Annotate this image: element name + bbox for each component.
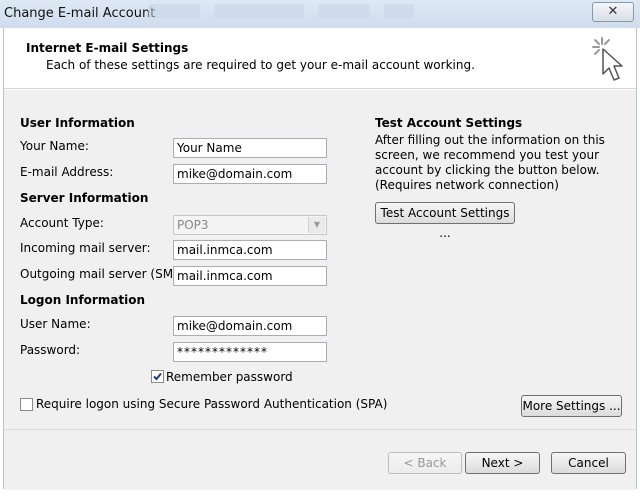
cancel-button[interactable]: Cancel bbox=[551, 452, 626, 474]
header-title: Internet E-mail Settings bbox=[26, 41, 189, 55]
cursor-click-icon bbox=[592, 37, 623, 81]
password-input[interactable]: ************* bbox=[173, 342, 327, 362]
your-name-input[interactable]: Your Name bbox=[173, 138, 327, 158]
account-type-value: POP3 bbox=[177, 218, 209, 232]
back-button[interactable]: < Back bbox=[388, 452, 462, 474]
remember-password-checkbox[interactable] bbox=[151, 370, 164, 383]
your-name-label: Your Name: bbox=[20, 139, 89, 153]
user-name-input[interactable]: mike@domain.com bbox=[173, 316, 327, 336]
change-email-account-dialog: Internet E-mail Settings Each of these s… bbox=[3, 28, 637, 490]
email-address-label: E-mail Address: bbox=[20, 165, 114, 179]
test-account-settings-button[interactable]: Test Account Settings ... bbox=[375, 202, 515, 240]
dialog-header: Internet E-mail Settings Each of these s… bbox=[4, 28, 636, 89]
dialog-footer: < Back Next > Cancel bbox=[4, 429, 636, 490]
close-button[interactable]: ✕ bbox=[592, 2, 634, 22]
close-icon: ✕ bbox=[607, 4, 619, 19]
check-icon bbox=[153, 372, 162, 381]
incoming-server-input[interactable]: mail.inmca.com bbox=[173, 240, 327, 260]
background-toolbar-ghost bbox=[214, 4, 304, 18]
window-title: Change E-mail Account bbox=[4, 6, 156, 21]
outgoing-server-label: Outgoing mail server (SMTP): bbox=[20, 267, 197, 281]
next-button[interactable]: Next > bbox=[465, 452, 540, 474]
settings-panel: User Information Your Name: Your Name E-… bbox=[4, 89, 636, 430]
outgoing-server-input[interactable]: mail.inmca.com bbox=[173, 266, 327, 286]
chevron-down-icon: ▼ bbox=[308, 217, 325, 233]
title-bar: Change E-mail Account ✕ bbox=[0, 0, 640, 28]
test-account-description: After filling out the information on thi… bbox=[375, 133, 605, 192]
server-information-heading: Server Information bbox=[20, 191, 149, 205]
account-type-select[interactable]: POP3 ▼ bbox=[173, 215, 327, 235]
user-information-heading: User Information bbox=[20, 116, 135, 130]
logon-information-heading: Logon Information bbox=[20, 293, 146, 307]
incoming-server-label: Incoming mail server: bbox=[20, 241, 151, 255]
remember-password-label: Remember password bbox=[166, 370, 293, 384]
background-toolbar-ghost bbox=[384, 4, 414, 18]
email-address-input[interactable]: mike@domain.com bbox=[173, 164, 327, 184]
spa-checkbox[interactable] bbox=[20, 398, 33, 411]
header-subtitle: Each of these settings are required to g… bbox=[46, 58, 475, 72]
user-name-label: User Name: bbox=[20, 317, 91, 331]
background-toolbar-ghost bbox=[148, 4, 200, 18]
password-label: Password: bbox=[20, 343, 81, 357]
more-settings-button[interactable]: More Settings ... bbox=[521, 395, 622, 417]
spa-label: Require logon using Secure Password Auth… bbox=[36, 397, 388, 411]
account-type-label: Account Type: bbox=[20, 216, 104, 230]
background-toolbar-ghost bbox=[318, 4, 370, 18]
test-account-heading: Test Account Settings bbox=[375, 116, 523, 130]
